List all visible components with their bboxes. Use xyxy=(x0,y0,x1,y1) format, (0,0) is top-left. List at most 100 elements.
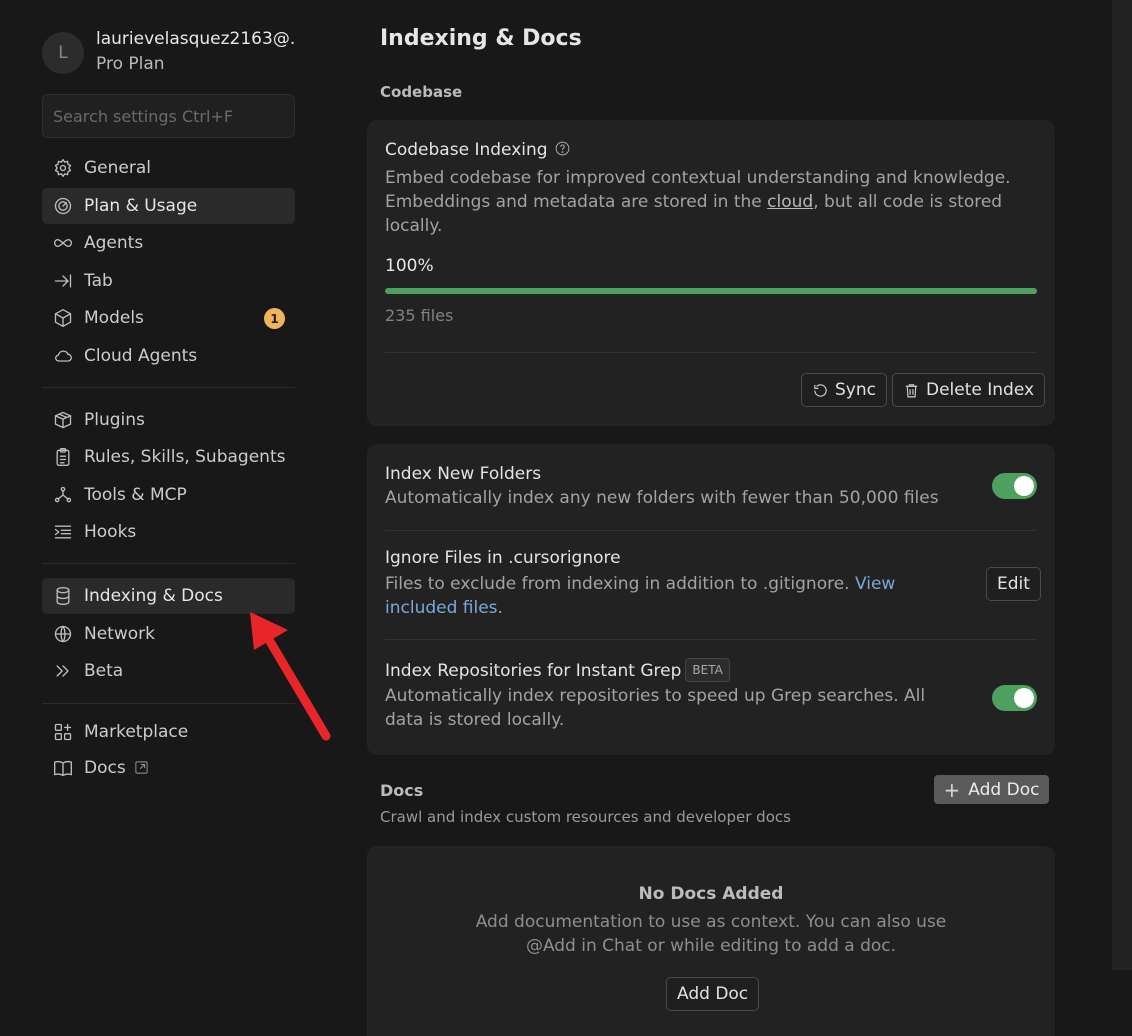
refresh-icon xyxy=(814,383,827,397)
models-badge: 1 xyxy=(264,308,285,329)
database-icon xyxy=(52,585,74,607)
sync-label: Sync xyxy=(835,380,876,400)
progress-bar-fill xyxy=(385,288,1037,294)
edit-label: Edit xyxy=(997,574,1030,594)
instant-grep-title: Index Repositories for Instant Grep BETA xyxy=(385,658,965,682)
sidebar-item-agents[interactable]: Agents xyxy=(42,225,295,261)
instant-grep-row: Index Repositories for Instant Grep BETA … xyxy=(385,658,965,732)
add-doc-label: Add Doc xyxy=(968,779,1040,800)
gauge-icon xyxy=(52,195,74,217)
sidebar-item-label: Plan & Usage xyxy=(84,196,198,216)
divider xyxy=(385,530,1037,531)
ignore-files-row: Ignore Files in .cursorignore Files to e… xyxy=(385,548,945,620)
grid-plus-icon xyxy=(52,721,74,743)
sidebar-item-models[interactable]: Models 1 xyxy=(42,300,295,336)
cloud-link[interactable]: cloud xyxy=(767,192,813,212)
index-new-folders-toggle[interactable] xyxy=(992,473,1037,499)
external-link-icon xyxy=(134,760,150,776)
index-new-folders-row: Index New Folders Automatically index an… xyxy=(385,464,965,510)
chevrons-right-icon xyxy=(52,660,74,682)
divider xyxy=(42,563,295,564)
scrollbar[interactable] xyxy=(1112,0,1132,970)
avatar[interactable]: L xyxy=(42,32,84,74)
sidebar-item-beta[interactable]: Beta xyxy=(42,653,295,689)
clipboard-icon xyxy=(52,446,74,468)
sidebar-item-label: Docs xyxy=(84,758,126,778)
index-settings-card: Index New Folders Automatically index an… xyxy=(367,444,1055,755)
edit-button[interactable]: Edit xyxy=(986,567,1041,601)
sidebar-item-label: Beta xyxy=(84,661,124,681)
sidebar-item-plan-usage[interactable]: Plan & Usage xyxy=(42,188,295,224)
add-doc-button[interactable]: + Add Doc xyxy=(934,775,1049,804)
index-new-folders-desc: Automatically index any new folders with… xyxy=(385,488,939,508)
sidebar-item-label: Plugins xyxy=(84,410,145,430)
instant-grep-toggle[interactable] xyxy=(992,685,1037,711)
sidebar-item-label: General xyxy=(84,158,151,178)
sidebar-item-label: Hooks xyxy=(84,522,137,542)
account-email: laurievelasquez2163@... xyxy=(96,29,296,49)
sidebar-item-general[interactable]: General xyxy=(42,150,295,186)
no-docs-desc: Add documentation to use as context. You… xyxy=(475,912,947,956)
sidebar-item-label: Rules, Skills, Subagents xyxy=(84,447,286,467)
beta-badge: BETA xyxy=(685,658,730,682)
list-indent-icon xyxy=(52,521,74,543)
globe-icon xyxy=(52,623,74,645)
docs-empty-card: No Docs Added Add documentation to use a… xyxy=(367,846,1055,1036)
trash-icon xyxy=(905,383,918,397)
search-input[interactable] xyxy=(42,94,295,138)
section-label-codebase: Codebase xyxy=(380,83,463,101)
sidebar-item-label: Marketplace xyxy=(84,722,189,742)
add-doc-empty-label: Add Doc xyxy=(677,984,749,1004)
sync-button[interactable]: Sync xyxy=(801,373,887,407)
account-header[interactable]: L laurievelasquez2163@... Pro Plan xyxy=(42,28,296,76)
sidebar-item-marketplace[interactable]: Marketplace xyxy=(42,714,295,750)
sidebar-item-label: Models xyxy=(84,308,144,328)
ignore-files-desc: Files to exclude from indexing in additi… xyxy=(385,574,896,618)
infinity-icon xyxy=(52,232,74,254)
progress-bar xyxy=(385,288,1037,294)
divider xyxy=(42,703,295,704)
delete-index-button[interactable]: Delete Index xyxy=(892,373,1046,407)
codebase-indexing-card: Codebase Indexing Embed codebase for imp… xyxy=(367,120,1055,426)
sidebar-item-network[interactable]: Network xyxy=(42,616,295,652)
sidebar-item-plugins[interactable]: Plugins xyxy=(42,402,295,438)
sidebar-item-indexing-docs[interactable]: Indexing & Docs xyxy=(42,578,295,614)
help-icon[interactable] xyxy=(554,140,571,162)
instant-grep-desc: Automatically index repositories to spee… xyxy=(385,686,926,730)
sidebar-item-label: Cloud Agents xyxy=(84,346,198,366)
book-icon xyxy=(52,757,74,779)
sidebar-item-label: Tools & MCP xyxy=(84,485,187,505)
package-icon xyxy=(52,409,74,431)
gear-icon xyxy=(52,157,74,179)
divider xyxy=(385,639,1037,640)
sidebar-item-rules[interactable]: Rules, Skills, Subagents xyxy=(42,439,295,475)
codebase-indexing-desc: Embed codebase for improved contextual u… xyxy=(385,168,1011,236)
sidebar-item-label: Tab xyxy=(84,271,113,291)
codebase-indexing-title: Codebase Indexing xyxy=(385,140,1025,162)
arrow-right-bar-icon xyxy=(52,270,74,292)
sidebar: L laurievelasquez2163@... Pro Plan Gener… xyxy=(0,0,338,1036)
sidebar-item-tools-mcp[interactable]: Tools & MCP xyxy=(42,477,295,513)
plus-icon: + xyxy=(943,777,961,802)
delete-index-label: Delete Index xyxy=(926,380,1035,400)
no-docs-title: No Docs Added xyxy=(638,884,784,904)
divider xyxy=(385,352,1037,353)
add-doc-empty-button[interactable]: Add Doc xyxy=(666,977,760,1011)
ignore-files-title: Ignore Files in .cursorignore xyxy=(385,548,621,568)
sidebar-item-cloud-agents[interactable]: Cloud Agents xyxy=(42,338,295,374)
page-title: Indexing & Docs xyxy=(380,26,582,51)
nodes-icon xyxy=(52,484,74,506)
sidebar-item-label: Network xyxy=(84,624,155,644)
section-label-docs: Docs xyxy=(380,781,424,800)
index-new-folders-title: Index New Folders xyxy=(385,464,542,484)
cloud-icon xyxy=(52,345,74,367)
account-plan: Pro Plan xyxy=(96,54,165,74)
files-count: 235 files xyxy=(385,306,454,325)
divider xyxy=(42,387,295,388)
sidebar-item-tab[interactable]: Tab xyxy=(42,263,295,299)
progress-percent: 100% xyxy=(385,256,434,276)
cube-icon xyxy=(52,307,74,329)
sidebar-item-docs[interactable]: Docs xyxy=(42,750,295,786)
sidebar-item-label: Indexing & Docs xyxy=(84,586,223,606)
sidebar-item-hooks[interactable]: Hooks xyxy=(42,514,295,550)
